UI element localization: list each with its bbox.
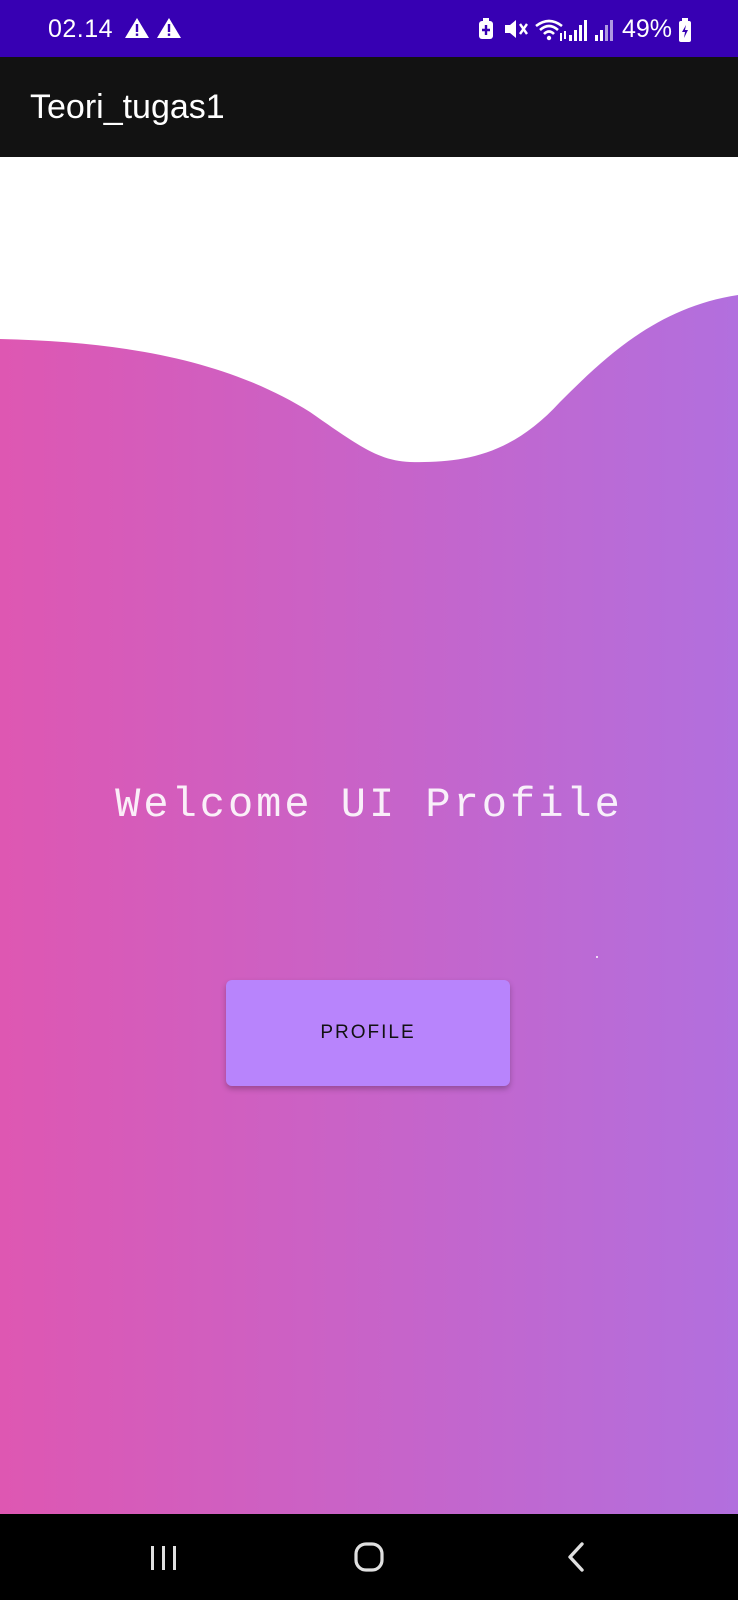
status-time: 02.14 — [48, 15, 114, 43]
alert-triangle-icon — [157, 18, 181, 38]
recent-apps-icon[interactable] — [129, 1534, 199, 1580]
back-icon[interactable] — [542, 1534, 612, 1580]
status-bar: 02.14 49% — [0, 0, 738, 57]
battery-percent: 49% — [622, 15, 673, 43]
main-content: Welcome UI Profile PROFILE — [0, 157, 738, 1514]
navigation-bar — [0, 1514, 738, 1600]
wifi-icon — [535, 19, 566, 41]
decorative-dot — [596, 956, 598, 958]
vibrate-mute-icon — [505, 20, 528, 38]
welcome-heading: Welcome UI Profile — [115, 781, 623, 829]
app-title: Teori_tugas1 — [30, 88, 225, 126]
home-icon[interactable] — [334, 1534, 404, 1580]
app-bar: Teori_tugas1 — [0, 57, 738, 157]
alert-triangle-icon — [125, 18, 149, 38]
battery-charging-icon — [679, 18, 691, 42]
signal-icon — [569, 20, 587, 41]
signal-icon — [595, 20, 613, 41]
gradient-wave-background — [0, 295, 738, 1514]
profile-button[interactable]: PROFILE — [226, 980, 510, 1086]
battery-saver-icon — [479, 18, 493, 39]
